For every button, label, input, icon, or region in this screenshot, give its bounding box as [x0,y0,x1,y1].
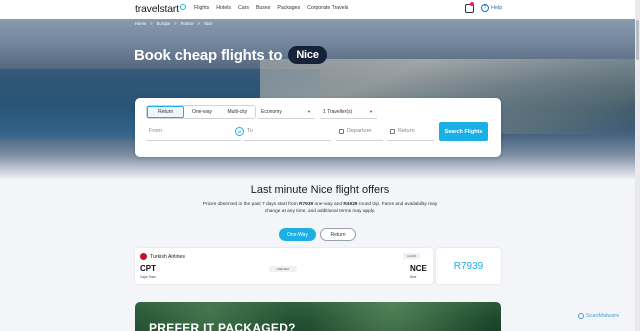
scrollbar-thumb[interactable] [636,20,639,60]
calendar-icon [339,128,344,134]
travellers-value: 1 Traveller(s) [323,108,353,115]
offers-description: Prices observed in the past 7 days start… [200,201,440,215]
oneway-price-text: R7939 [299,202,314,207]
nav-corporate-travels[interactable]: Corporate Travels [307,5,348,11]
search-flights-button[interactable]: Search Flights [439,122,488,141]
scanmalware-logo-icon [578,313,584,319]
main-nav: Flights Hotels Cars Buses Packages Corpo… [194,5,348,11]
cart-badge [470,2,474,6]
watermark-text: ScanMalware [586,313,620,319]
help-label: Help [491,5,503,11]
chevron-down-icon: ▼ [307,109,311,114]
offers-desc-prefix: Prices observed in the past 7 days start… [202,202,300,207]
breadcrumb-europe[interactable]: Europe [157,21,171,26]
logo-text: travelstart [135,3,179,15]
nav-cars[interactable]: Cars [238,5,249,11]
origin-city: Cape Town [140,275,156,279]
swap-icon[interactable]: ⇄ [235,127,244,136]
flight-offer-card[interactable]: Turkish Airlines CLASS CPT Cape Town ONE… [135,248,433,284]
from-placeholder: From [149,128,162,134]
return-placeholder: Return [398,128,415,134]
origin-code: CPT [140,264,156,273]
travelstart-logo[interactable]: travelstart [135,3,186,15]
toggle-one-way[interactable]: One-Way [279,228,316,241]
breadcrumb-home[interactable]: Home [135,21,146,26]
question-icon: ? [481,4,489,12]
destination-city: Nice [410,275,417,279]
toggle-return[interactable]: Return [320,228,356,241]
turkish-airlines-logo-icon [140,253,147,260]
offers-title: Last minute Nice flight offers [250,184,390,196]
class-badge: CLASS [403,253,420,259]
breadcrumb-separator: > [150,21,153,26]
promo-headline: PREFER IT PACKAGED? [149,321,296,331]
nav-packages[interactable]: Packages [277,5,300,11]
nav-flights[interactable]: Flights [194,5,209,11]
destination-pill: Nice [288,46,327,64]
breadcrumb-france[interactable]: France [181,21,194,26]
return-field[interactable]: Return [387,122,434,141]
scanmalware-watermark: ScanMalware [578,313,619,319]
departure-placeholder: Departure [347,128,372,134]
offers-desc-mid: one-way and [313,202,344,207]
nav-hotels[interactable]: Hotels [216,5,231,11]
tab-multi-city[interactable]: Multi-city [220,106,255,118]
trip-type-tabs: Return One-way Multi-city [146,105,256,119]
airline: Turkish Airlines [140,253,185,260]
breadcrumb-separator: > [174,21,177,26]
departure-field[interactable]: Departure [336,122,383,141]
offer-price[interactable]: R7939 [436,248,501,284]
tab-return[interactable]: Return [147,106,185,118]
breadcrumb-nice: Nice [204,21,213,26]
to-placeholder: To [247,128,253,134]
logo-circle-icon [179,3,186,10]
page-title: Book cheap flights to Nice [134,46,327,64]
trip-type-badge: ONE WAY [269,266,297,272]
travellers-select[interactable]: 1 Traveller(s) ▼ [320,105,377,119]
tab-one-way[interactable]: One-way [184,106,219,118]
breadcrumb-separator: > [197,21,201,26]
cabin-class-select[interactable]: Economy ▼ [258,105,315,119]
help-link[interactable]: ? Help [481,4,502,12]
top-navigation-bar: travelstart Flights Hotels Cars Buses Pa… [0,0,640,19]
calendar-icon [390,128,395,134]
destination-code: NCE [410,264,427,273]
from-field[interactable]: From [146,122,241,141]
nav-buses[interactable]: Buses [256,5,270,11]
packages-promo-banner[interactable]: PREFER IT PACKAGED? [135,302,501,331]
chevron-down-icon: ▼ [369,109,373,114]
page-title-text: Book cheap flights to [134,46,283,64]
breadcrumb: Home > Europe > France > Nice [135,21,212,26]
airline-name: Turkish Airlines [150,253,185,260]
to-field[interactable]: To [244,122,331,141]
return-price-text: R4939 [343,202,358,207]
cabin-class-value: Economy [261,108,282,115]
page: travelstart Flights Hotels Cars Buses Pa… [0,0,640,331]
